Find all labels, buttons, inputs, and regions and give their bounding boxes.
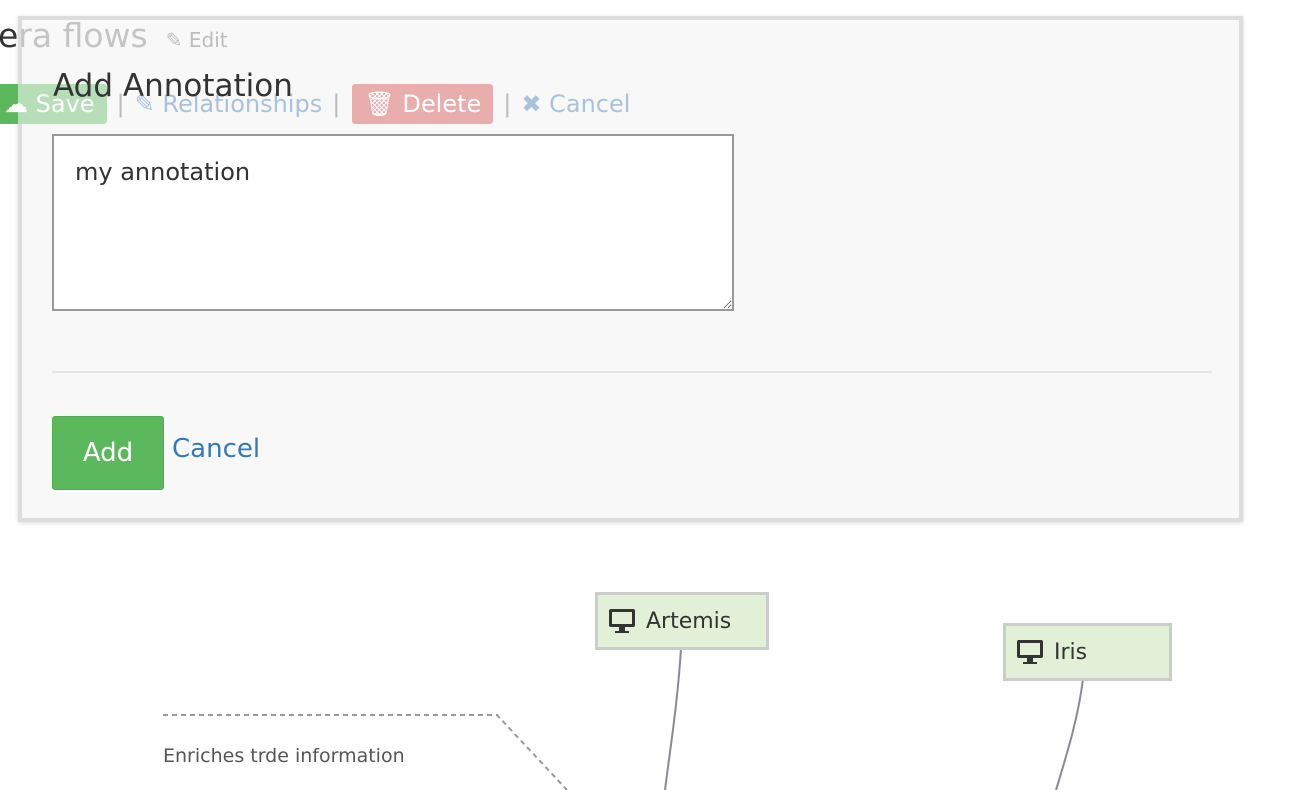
desktop-icon <box>1017 640 1043 664</box>
divider <box>52 371 1212 373</box>
desktop-icon <box>609 609 635 633</box>
add-button[interactable]: Add <box>52 416 164 490</box>
node-label: Iris <box>1054 639 1088 665</box>
separator: | <box>332 90 341 118</box>
node-iris[interactable]: Iris <box>1003 623 1172 681</box>
node-artemis[interactable]: Artemis <box>595 592 769 650</box>
edge-iris[interactable] <box>1055 678 1084 790</box>
delete-button[interactable]: 🗑 Delete <box>352 84 494 124</box>
node-label: Artemis <box>646 608 732 634</box>
dialog-title: Add Annotation <box>53 68 293 104</box>
edge-artemis[interactable] <box>664 647 682 790</box>
annotation-textarea[interactable]: my annotation <box>52 134 734 311</box>
cancel-toolbar-button[interactable]: ✖ Cancel <box>521 90 630 118</box>
separator: | <box>503 90 512 118</box>
cancel-link[interactable]: Cancel <box>172 434 260 464</box>
annotation-text[interactable]: Enriches trde information <box>163 745 405 767</box>
